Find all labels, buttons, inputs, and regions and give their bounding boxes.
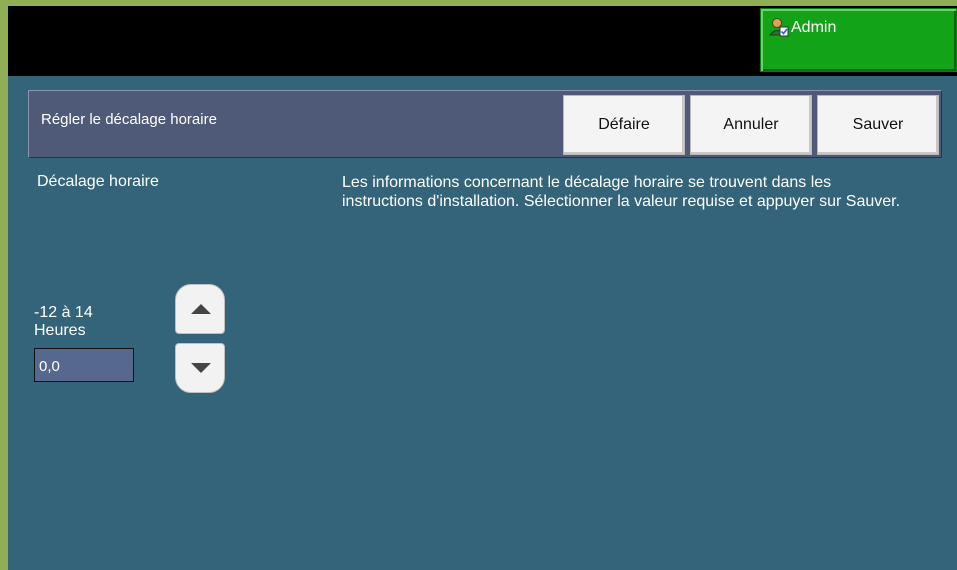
- increment-button[interactable]: [175, 284, 225, 334]
- arrow-up-icon: [191, 304, 211, 314]
- decrement-button[interactable]: [175, 343, 225, 393]
- admin-user-icon: [768, 17, 789, 37]
- value-field[interactable]: 0,0: [34, 348, 134, 382]
- undo-button[interactable]: Défaire: [563, 95, 685, 155]
- main-frame: Admin Régler le décalage horaire Défaire…: [8, 6, 957, 570]
- top-bar: Admin: [8, 6, 957, 76]
- title-bar: Régler le décalage horaire Défaire Annul…: [28, 90, 942, 158]
- range-unit-text: Heures: [34, 322, 86, 339]
- range-label: -12 à 14 Heures: [34, 304, 93, 340]
- page-title: Régler le décalage horaire: [41, 111, 217, 128]
- help-text: Les informations concernant le décalage …: [342, 174, 901, 210]
- admin-button[interactable]: Admin: [760, 8, 957, 72]
- cancel-button[interactable]: Annuler: [690, 95, 812, 155]
- range-value-text: -12 à 14: [34, 304, 93, 321]
- admin-label: Admin: [791, 19, 837, 36]
- save-button[interactable]: Sauver: [817, 95, 939, 155]
- arrow-down-icon: [191, 363, 211, 373]
- field-label: Décalage horaire: [37, 173, 159, 190]
